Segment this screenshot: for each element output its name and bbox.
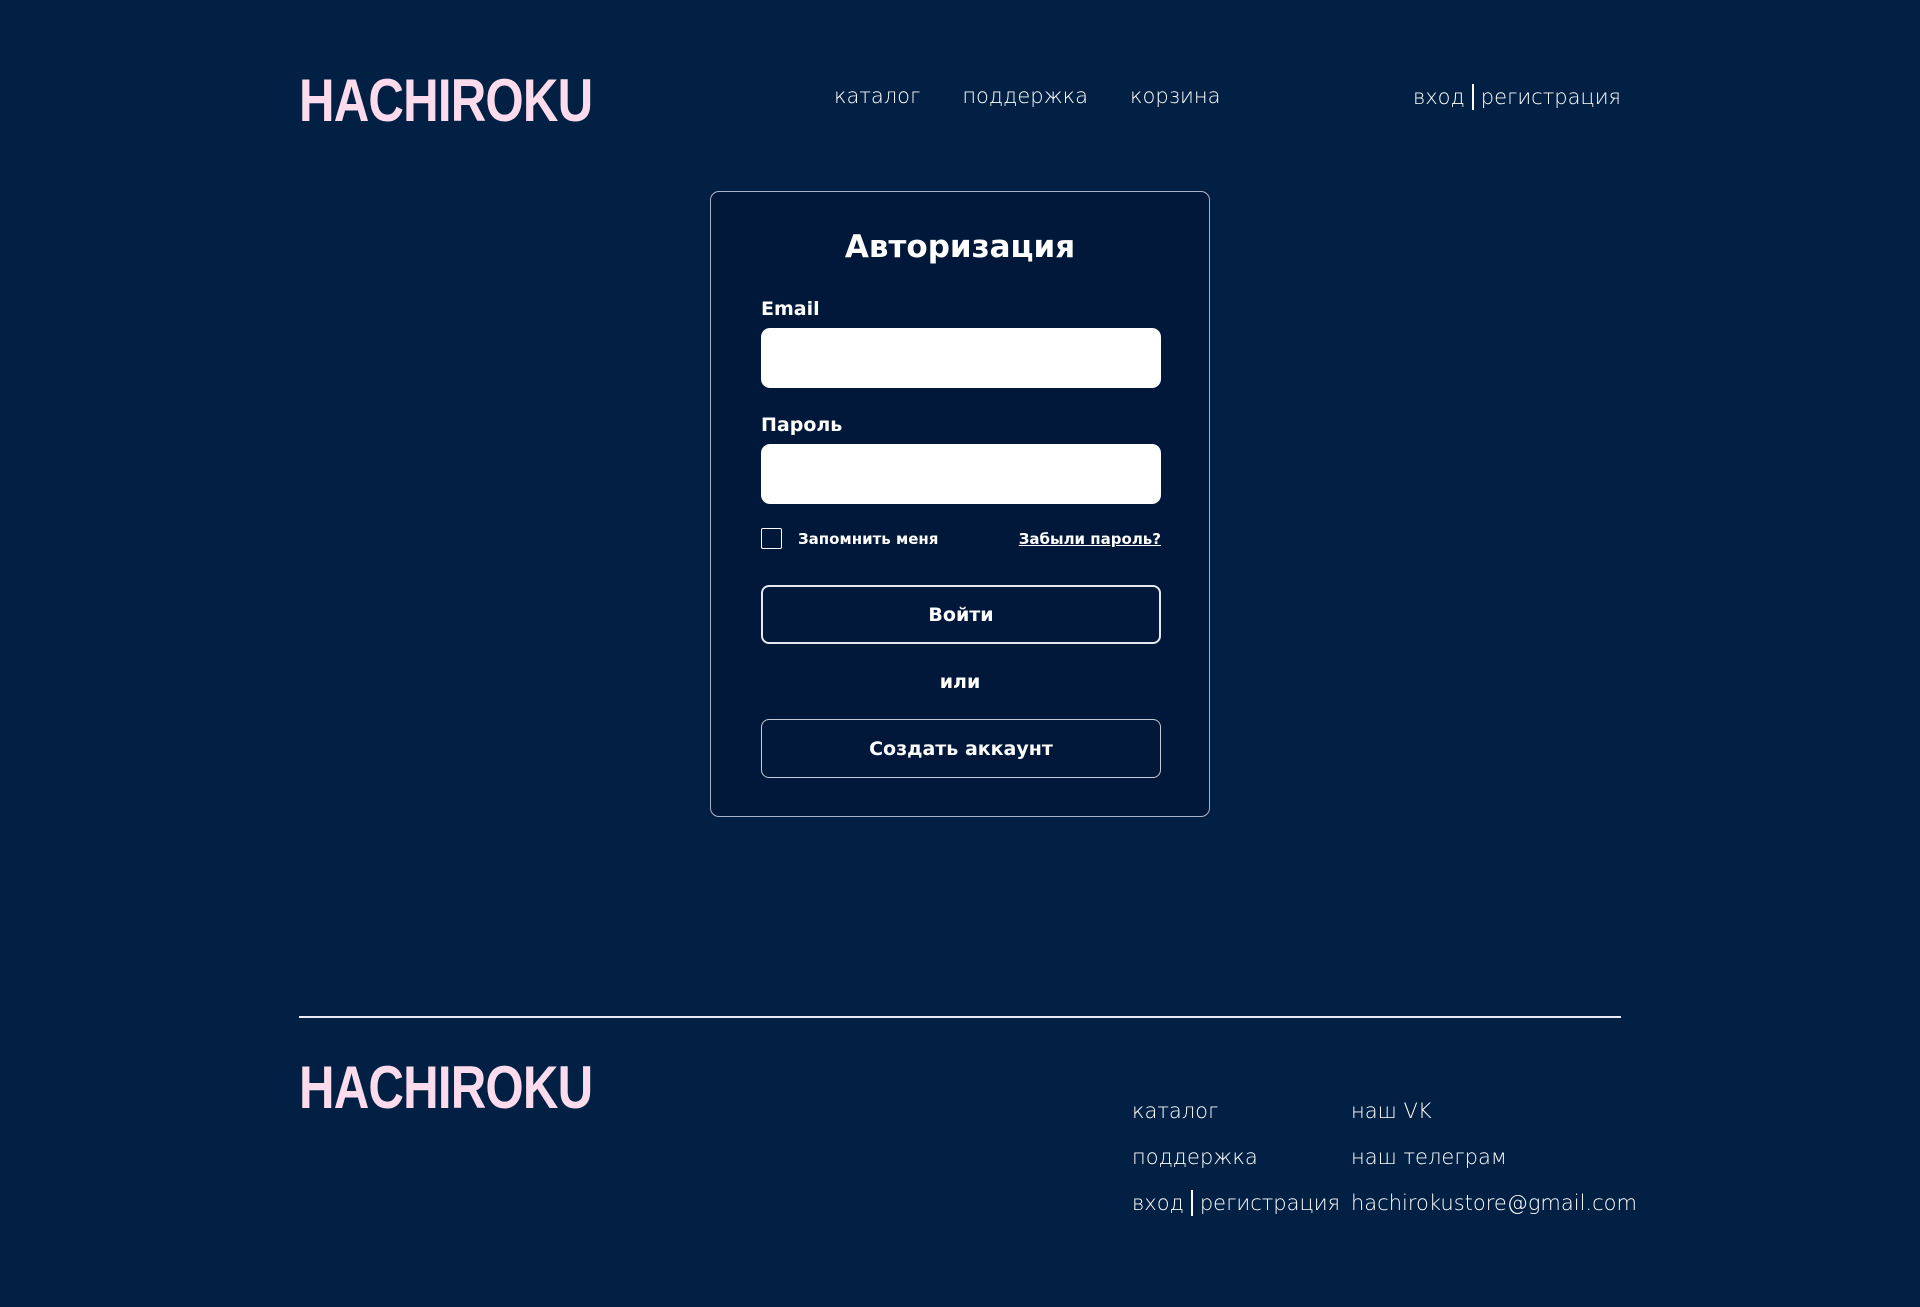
remember-label[interactable]: Запомнить меня (798, 530, 938, 548)
footer-support-link[interactable]: поддержка (1132, 1145, 1258, 1169)
nav-catalog[interactable]: каталог (834, 84, 920, 108)
footer-email-link[interactable]: hachirokustore@gmail.com (1351, 1191, 1637, 1215)
footer-auth-separator (1190, 1189, 1193, 1216)
footer-telegram-link[interactable]: наш телеграм (1351, 1145, 1507, 1169)
footer-divider (299, 1016, 1621, 1018)
nav-support[interactable]: поддержка (962, 84, 1088, 108)
footer-links-site: каталог поддержка вход регистрация (1132, 1097, 1340, 1216)
footer-vk-link[interactable]: наш VK (1351, 1099, 1432, 1123)
footer-logo[interactable]: HACHIROKU (299, 1058, 593, 1118)
create-account-button[interactable]: Создать аккаунт (761, 719, 1161, 778)
header-logo[interactable]: HACHIROKU (299, 71, 593, 131)
footer-links-contacts: наш VK наш телеграм hachirokustore@gmail… (1351, 1097, 1637, 1216)
password-input[interactable] (761, 444, 1161, 504)
remember-row: Запомнить меня Забыли пароль? (761, 528, 1161, 550)
password-label: Пароль (761, 414, 843, 436)
or-divider-text: или (939, 671, 981, 693)
email-input[interactable] (761, 328, 1161, 388)
footer-auth-links: вход регистрация (1132, 1189, 1340, 1216)
auth-separator (1471, 84, 1474, 110)
login-card: Авторизация Email Пароль Запомнить меня … (710, 191, 1210, 817)
footer-login-link[interactable]: вход (1132, 1191, 1184, 1215)
nav-cart[interactable]: корзина (1130, 84, 1220, 108)
header-auth-links: вход регистрация (1413, 84, 1621, 110)
login-button[interactable]: Войти (761, 585, 1161, 644)
forgot-password-link[interactable]: Забыли пароль? (1019, 530, 1161, 548)
email-label: Email (761, 298, 820, 320)
header-login-link[interactable]: вход (1413, 85, 1465, 109)
footer-register-link[interactable]: регистрация (1200, 1191, 1340, 1215)
remember-checkbox[interactable] (761, 528, 782, 549)
site-header: HACHIROKU каталог поддержка корзина вход… (299, 60, 1621, 140)
login-title: Авторизация (844, 229, 1076, 265)
page: HACHIROKU каталог поддержка корзина вход… (0, 0, 1920, 1307)
main-nav: каталог поддержка корзина (834, 84, 1220, 108)
header-register-link[interactable]: регистрация (1481, 85, 1621, 109)
footer-catalog-link[interactable]: каталог (1132, 1099, 1218, 1123)
